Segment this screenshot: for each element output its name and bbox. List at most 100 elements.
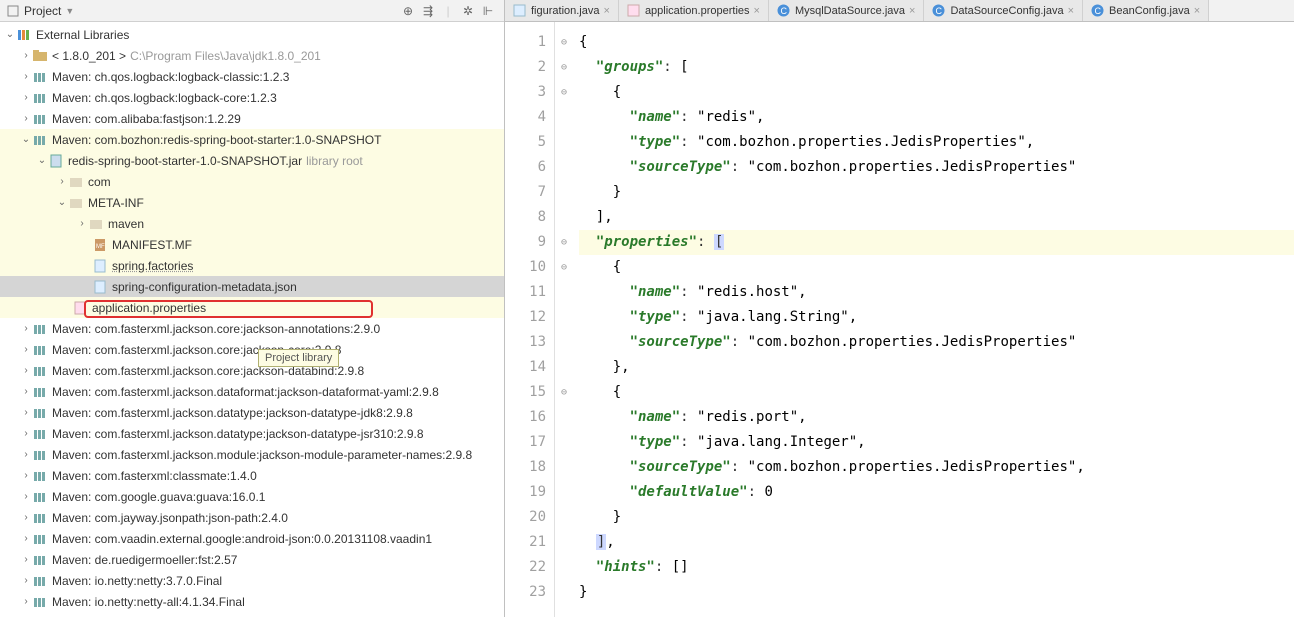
arrow-icon[interactable]: › bbox=[20, 449, 32, 460]
fold-marker[interactable] bbox=[555, 455, 573, 480]
fold-strip[interactable]: ⊖⊖⊖⊖⊖⊖ bbox=[555, 22, 573, 617]
fold-marker[interactable] bbox=[555, 430, 573, 455]
code-area[interactable]: { "groups": [ { "name": "redis", "type":… bbox=[573, 22, 1294, 617]
code-line[interactable]: "name": "redis.port", bbox=[579, 405, 1294, 430]
metadata-json-node[interactable]: spring-configuration-metadata.json bbox=[0, 276, 504, 297]
fold-marker[interactable] bbox=[555, 530, 573, 555]
maven-lib-node[interactable]: › Maven: io.netty:netty:3.7.0.Final bbox=[0, 570, 504, 591]
spring-factories-node[interactable]: spring.factories bbox=[0, 255, 504, 276]
fold-marker[interactable] bbox=[555, 280, 573, 305]
arrow-icon[interactable]: › bbox=[20, 554, 32, 565]
external-libraries-node[interactable]: ⌄ External Libraries bbox=[0, 24, 504, 45]
code-editor[interactable]: 1234567891011121314151617181920212223 ⊖⊖… bbox=[505, 22, 1294, 617]
arrow-icon[interactable]: › bbox=[20, 533, 32, 544]
fold-marker[interactable] bbox=[555, 180, 573, 205]
fold-marker[interactable] bbox=[555, 105, 573, 130]
maven-lib-node[interactable]: › Maven: com.fasterxml.jackson.dataforma… bbox=[0, 381, 504, 402]
fold-marker[interactable] bbox=[555, 305, 573, 330]
code-line[interactable]: } bbox=[579, 505, 1294, 530]
fold-marker[interactable] bbox=[555, 505, 573, 530]
code-line[interactable]: "type": "java.lang.String", bbox=[579, 305, 1294, 330]
maven-lib-node[interactable]: › Maven: ch.qos.logback:logback-classic:… bbox=[0, 66, 504, 87]
close-icon[interactable]: × bbox=[754, 5, 760, 17]
fold-marker[interactable]: ⊖ bbox=[555, 380, 573, 405]
fold-marker[interactable] bbox=[555, 555, 573, 580]
fold-marker[interactable] bbox=[555, 355, 573, 380]
fold-marker[interactable] bbox=[555, 480, 573, 505]
code-line[interactable]: { bbox=[579, 380, 1294, 405]
maven-lib-node[interactable]: › Maven: com.google.guava:guava:16.0.1 bbox=[0, 486, 504, 507]
expand-arrow-icon[interactable]: ⌄ bbox=[36, 155, 48, 166]
maven-lib-node[interactable]: › Maven: com.alibaba:fastjson:1.2.29 bbox=[0, 108, 504, 129]
arrow-icon[interactable]: › bbox=[20, 407, 32, 418]
editor-tab[interactable]: application.properties × bbox=[619, 0, 769, 21]
app-props-node[interactable]: application.properties bbox=[0, 297, 504, 318]
expand-arrow-icon[interactable]: ⌄ bbox=[56, 197, 68, 208]
code-line[interactable]: { bbox=[579, 80, 1294, 105]
fold-marker[interactable] bbox=[555, 330, 573, 355]
arrow-icon[interactable]: › bbox=[20, 428, 32, 439]
maven-lib-node[interactable]: › Maven: com.fasterxml.jackson.core:jack… bbox=[0, 318, 504, 339]
arrow-icon[interactable]: › bbox=[20, 512, 32, 523]
code-line[interactable]: "name": "redis", bbox=[579, 105, 1294, 130]
hide-icon[interactable]: ⊩ bbox=[480, 4, 496, 18]
project-dropdown[interactable]: Project ▼ bbox=[6, 4, 74, 18]
arrow-icon[interactable]: › bbox=[20, 71, 32, 82]
arrow-icon[interactable]: › bbox=[20, 344, 32, 355]
code-line[interactable]: ], bbox=[579, 205, 1294, 230]
code-line[interactable]: "sourceType": "com.bozhon.properties.Jed… bbox=[579, 155, 1294, 180]
fold-marker[interactable]: ⊖ bbox=[555, 230, 573, 255]
editor-tab[interactable]: C MysqlDataSource.java × bbox=[769, 0, 925, 21]
target-icon[interactable]: ⇶ bbox=[420, 4, 436, 18]
fold-marker[interactable] bbox=[555, 155, 573, 180]
arrow-icon[interactable]: › bbox=[20, 386, 32, 397]
maven-lib-node[interactable]: › Maven: com.fasterxml.jackson.module:ja… bbox=[0, 444, 504, 465]
maven-lib-node[interactable]: › Maven: com.fasterxml.jackson.core:jack… bbox=[0, 360, 504, 381]
editor-tab[interactable]: figuration.java × bbox=[505, 0, 619, 21]
maven-lib-node[interactable]: › Maven: io.netty:netty-all:4.1.34.Final bbox=[0, 591, 504, 612]
maven-lib-node[interactable]: › Maven: com.jayway.jsonpath:json-path:2… bbox=[0, 507, 504, 528]
editor-tab[interactable]: C BeanConfig.java × bbox=[1083, 0, 1209, 21]
fold-marker[interactable] bbox=[555, 405, 573, 430]
maven-lib-node[interactable]: › Maven: com.fasterxml.jackson.datatype:… bbox=[0, 402, 504, 423]
code-line[interactable]: } bbox=[579, 180, 1294, 205]
close-icon[interactable]: × bbox=[604, 5, 610, 17]
code-line[interactable]: "name": "redis.host", bbox=[579, 280, 1294, 305]
expand-arrow-icon[interactable]: ⌄ bbox=[4, 29, 16, 40]
fold-marker[interactable]: ⊖ bbox=[555, 55, 573, 80]
close-icon[interactable]: × bbox=[1194, 5, 1200, 17]
jdk-node[interactable]: › < 1.8.0_201 > C:\Program Files\Java\jd… bbox=[0, 45, 504, 66]
maven-lib-node[interactable]: › Maven: com.vaadin.external.google:andr… bbox=[0, 528, 504, 549]
project-tree[interactable]: ⌄ External Libraries › < 1.8.0_201 > C:\… bbox=[0, 22, 504, 617]
code-line[interactable]: } bbox=[579, 580, 1294, 605]
arrow-icon[interactable]: › bbox=[20, 575, 32, 586]
collapse-icon[interactable]: ⊕ bbox=[400, 4, 416, 18]
arrow-icon[interactable]: › bbox=[20, 365, 32, 376]
code-line[interactable]: "sourceType": "com.bozhon.properties.Jed… bbox=[579, 330, 1294, 355]
close-icon[interactable]: × bbox=[1068, 5, 1074, 17]
arrow-icon[interactable]: › bbox=[20, 92, 32, 103]
code-line[interactable]: "type": "com.bozhon.properties.JedisProp… bbox=[579, 130, 1294, 155]
code-line[interactable]: "hints": [] bbox=[579, 555, 1294, 580]
manifest-node[interactable]: MF MANIFEST.MF bbox=[0, 234, 504, 255]
code-line[interactable]: { bbox=[579, 30, 1294, 55]
pkg-maven-node[interactable]: › maven bbox=[0, 213, 504, 234]
maven-lib-node[interactable]: › Maven: ch.qos.logback:logback-core:1.2… bbox=[0, 87, 504, 108]
fold-marker[interactable]: ⊖ bbox=[555, 255, 573, 280]
maven-lib-node[interactable]: ⌄ Maven: com.bozhon:redis-spring-boot-st… bbox=[0, 129, 504, 150]
fold-marker[interactable]: ⊖ bbox=[555, 30, 573, 55]
collapse-arrow-icon[interactable]: › bbox=[20, 50, 32, 61]
collapse-arrow-icon[interactable]: › bbox=[56, 176, 68, 187]
code-line[interactable]: ], bbox=[579, 530, 1294, 555]
collapse-arrow-icon[interactable]: › bbox=[76, 218, 88, 229]
close-icon[interactable]: × bbox=[909, 5, 915, 17]
code-line[interactable]: "sourceType": "com.bozhon.properties.Jed… bbox=[579, 455, 1294, 480]
arrow-icon[interactable]: › bbox=[20, 323, 32, 334]
arrow-icon[interactable]: ⌄ bbox=[20, 134, 32, 145]
code-line[interactable]: }, bbox=[579, 355, 1294, 380]
arrow-icon[interactable]: › bbox=[20, 470, 32, 481]
maven-lib-node[interactable]: › Maven: com.fasterxml:classmate:1.4.0 bbox=[0, 465, 504, 486]
maven-lib-node[interactable]: › Maven: com.fasterxml.jackson.datatype:… bbox=[0, 423, 504, 444]
arrow-icon[interactable]: › bbox=[20, 491, 32, 502]
arrow-icon[interactable]: › bbox=[20, 596, 32, 607]
